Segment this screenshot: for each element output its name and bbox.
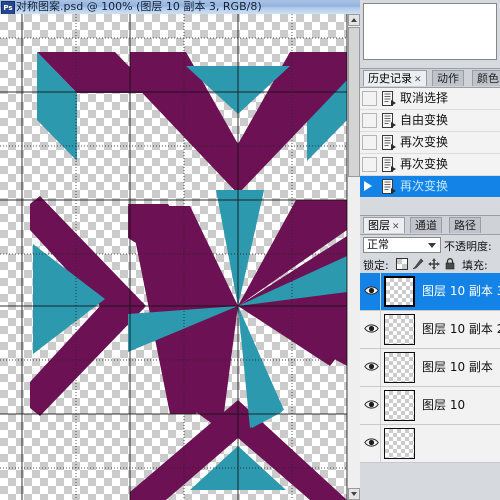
document-window: Ps 对称图案.psd @ 100% (图层 10 副本 3, RGB/8) (0, 0, 360, 500)
eye-icon[interactable] (364, 361, 379, 372)
history-item-label: 自由变换 (400, 113, 449, 127)
history-panel: 历史记录 ✕ 动作 颜色 取消选择 自由变换 再次变换 再次变换 再次变换 (360, 68, 500, 198)
eye-icon[interactable] (364, 399, 379, 410)
lock-transparent-icon[interactable] (396, 258, 408, 270)
tab-paths-label: 路径 (454, 219, 476, 232)
layer-thumbnail[interactable] (384, 276, 415, 307)
tab-color[interactable]: 颜色 (472, 70, 500, 86)
blend-mode-select[interactable]: 正常 (363, 237, 441, 253)
eye-icon[interactable] (364, 437, 379, 448)
artwork-symmetrical-pattern (30, 52, 347, 500)
history-state-icon (382, 113, 396, 128)
tab-layers-close-icon[interactable]: ✕ (392, 222, 400, 232)
tab-channels[interactable]: 通道 (410, 217, 442, 233)
history-list[interactable]: 取消选择 自由变换 再次变换 再次变换 再次变换 (360, 88, 500, 198)
layer-divider (380, 387, 381, 424)
history-item[interactable]: 再次变换 (360, 176, 500, 198)
tab-actions[interactable]: 动作 (432, 70, 464, 86)
tab-history-label: 历史记录 (368, 72, 412, 85)
opacity-label: 不透明度: (444, 240, 492, 253)
history-state-icon (382, 91, 396, 106)
lock-image-icon[interactable] (412, 258, 424, 270)
history-snapshot-checkbox[interactable] (362, 91, 377, 106)
tab-layers[interactable]: 图层 ✕ (363, 217, 405, 233)
history-item[interactable]: 再次变换 (360, 154, 500, 176)
layers-tab-strip: 图层 ✕ 通道 路径 (360, 215, 500, 235)
history-state-icon (382, 135, 396, 150)
tab-paths[interactable]: 路径 (449, 217, 481, 233)
tab-layers-label: 图层 (368, 219, 390, 232)
history-state-icon (382, 157, 396, 172)
layer-name: 图层 10 (422, 398, 466, 412)
layer-row[interactable]: 图层 10 副本 (360, 349, 500, 387)
photoshop-window: Ps 对称图案.psd @ 100% (图层 10 副本 3, RGB/8) 历… (0, 0, 500, 500)
collapsed-top-panel[interactable] (363, 3, 497, 60)
layer-lock-row: 锁定: 填充: (360, 255, 500, 273)
layer-divider (380, 311, 381, 348)
layer-divider (380, 349, 381, 386)
history-item[interactable]: 取消选择 (360, 88, 500, 110)
layer-options-row: 正常 不透明度: (360, 235, 500, 255)
lock-position-icon[interactable] (428, 258, 440, 270)
layer-name: 图层 10 副本 3 (422, 284, 500, 298)
layer-thumbnail[interactable] (384, 428, 415, 459)
right-dock: 历史记录 ✕ 动作 颜色 取消选择 自由变换 再次变换 再次变换 再次变换 图层 ✕ 通道 (360, 0, 500, 500)
scroll-up-icon[interactable] (348, 14, 360, 26)
layer-list[interactable]: 图层 10 副本 3 图层 10 副本 2 图层 10 副本 图层 10 (360, 273, 500, 463)
eye-icon[interactable] (364, 285, 379, 296)
canvas-area[interactable] (0, 14, 347, 500)
layer-thumbnail[interactable] (384, 390, 415, 421)
lock-label: 锁定: (363, 259, 389, 272)
layer-name: 图层 10 副本 2 (422, 322, 500, 336)
document-title-bar[interactable]: Ps 对称图案.psd @ 100% (图层 10 副本 3, RGB/8) (0, 0, 360, 15)
layer-row[interactable]: 图层 10 (360, 387, 500, 425)
layer-row[interactable]: 图层 10 副本 3 (360, 273, 500, 311)
eye-icon[interactable] (364, 323, 379, 334)
layer-row[interactable] (360, 425, 500, 463)
layer-thumbnail[interactable] (384, 352, 415, 383)
tab-history-close-icon[interactable]: ✕ (414, 75, 422, 85)
history-item-label: 再次变换 (400, 179, 449, 193)
scrollbar-thumb[interactable] (348, 27, 360, 177)
history-item-label: 再次变换 (400, 135, 449, 149)
tab-history[interactable]: 历史记录 ✕ (363, 70, 427, 86)
tab-color-label: 颜色 (477, 72, 499, 85)
history-snapshot-checkbox[interactable] (362, 157, 377, 172)
chevron-down-icon (428, 243, 436, 248)
fill-label: 填充: (462, 259, 488, 272)
history-state-icon (382, 179, 396, 194)
lock-all-icon[interactable] (444, 258, 456, 270)
layer-thumbnail[interactable] (384, 314, 415, 345)
history-item-label: 再次变换 (400, 157, 449, 171)
layer-name: 图层 10 副本 (422, 360, 493, 374)
canvas-vertical-scrollbar[interactable] (347, 14, 360, 500)
photoshop-icon: Ps (1, 1, 15, 15)
tab-actions-label: 动作 (437, 72, 459, 85)
layers-panel: 图层 ✕ 通道 路径 正常 不透明度: 锁定: 填充: 图层 10 副本 3 图… (360, 215, 500, 463)
history-snapshot-checkbox[interactable] (362, 135, 377, 150)
document-title: 对称图案.psd @ 100% (图层 10 副本 3, RGB/8) (16, 0, 262, 13)
history-item[interactable]: 自由变换 (360, 110, 500, 132)
layer-divider (380, 425, 381, 462)
blend-mode-value: 正常 (367, 238, 389, 251)
history-current-state-icon (364, 181, 372, 191)
history-snapshot-checkbox[interactable] (362, 113, 377, 128)
tab-channels-label: 通道 (415, 219, 437, 232)
layer-divider (380, 273, 381, 310)
layer-row[interactable]: 图层 10 副本 2 (360, 311, 500, 349)
history-tab-strip: 历史记录 ✕ 动作 颜色 (360, 68, 500, 88)
history-item-label: 取消选择 (400, 91, 449, 105)
history-item[interactable]: 再次变换 (360, 132, 500, 154)
scroll-down-icon[interactable] (348, 488, 360, 500)
